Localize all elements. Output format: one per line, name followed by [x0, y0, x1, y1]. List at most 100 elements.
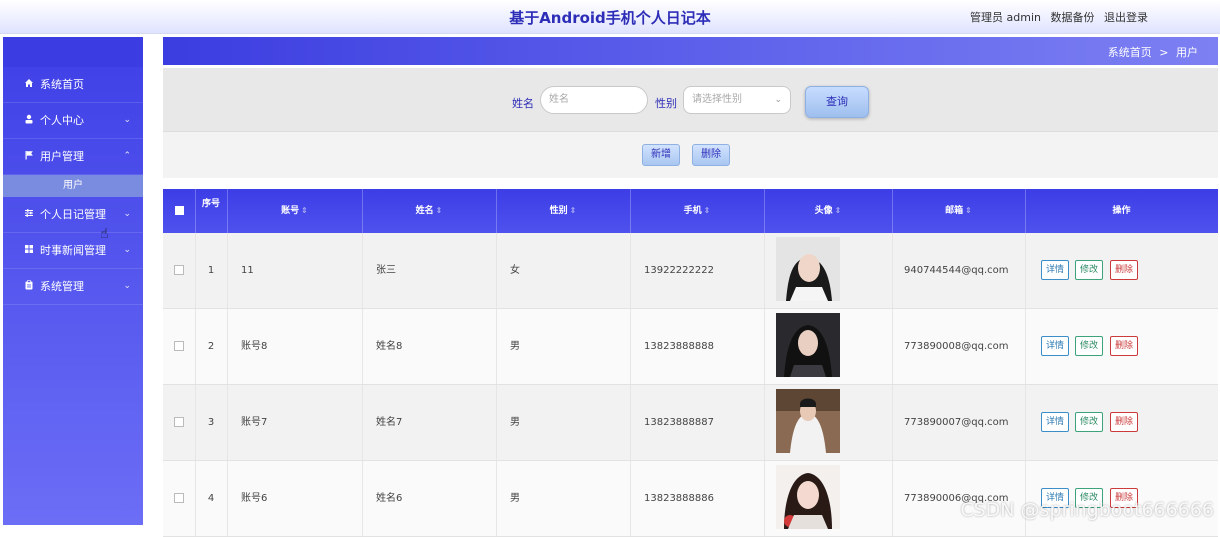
avatar: [776, 389, 840, 453]
row-delete-button[interactable]: 删除: [1110, 260, 1139, 280]
breadcrumb-separator: >: [1159, 46, 1169, 59]
col-name-label: 姓名: [415, 206, 434, 216]
cell-gender: 男: [496, 309, 631, 384]
cell-email: 940744544@qq.com: [892, 233, 1026, 308]
col-index: 序号: [195, 189, 228, 233]
col-actions: 操作: [1112, 206, 1131, 216]
row-checkbox[interactable]: [163, 385, 196, 460]
chevron-up-icon: ⌃: [123, 151, 131, 161]
cell-name: 姓名8: [362, 309, 497, 384]
select-all-checkbox[interactable]: [163, 189, 196, 233]
chevron-down-icon: ⌄: [123, 209, 131, 219]
breadcrumb: 系统首页 > 用户: [163, 37, 1218, 65]
row-delete-button[interactable]: 删除: [1110, 412, 1139, 432]
sidebar-header: [3, 37, 143, 67]
query-button[interactable]: 查询: [805, 86, 869, 118]
sidebar-item-label: 用户管理: [40, 150, 84, 163]
sidebar-item-label: 时事新闻管理: [40, 244, 106, 257]
col-email[interactable]: 邮箱 ⇕: [892, 189, 1026, 233]
action-panel: 新增 删除: [163, 131, 1218, 178]
home-icon: [23, 68, 35, 103]
sidebar-item-label: 系统首页: [40, 78, 84, 91]
flag-icon: [23, 140, 35, 175]
cell-avatar: [764, 385, 893, 460]
cell-phone: 13823888887: [630, 385, 765, 460]
table-row: 2 账号8 姓名8 男 13823888888 773890008@qq.com…: [163, 309, 1218, 385]
cell-actions: 详情 修改 删除: [1025, 309, 1218, 384]
cell-avatar: [764, 233, 893, 308]
cell-email: 773890007@qq.com: [892, 385, 1026, 460]
row-checkbox[interactable]: [163, 309, 196, 384]
col-avatar[interactable]: 头像 ⇕: [764, 189, 893, 233]
cell-email: 773890008@qq.com: [892, 309, 1026, 384]
cell-gender: 女: [496, 233, 631, 308]
chevron-down-icon: ⌄: [123, 245, 131, 255]
detail-button[interactable]: 详情: [1041, 336, 1070, 356]
edit-button[interactable]: 修改: [1075, 260, 1104, 280]
cell-index: 2: [195, 309, 228, 384]
col-email-label: 邮箱: [945, 206, 964, 216]
col-account[interactable]: 账号 ⇕: [227, 189, 363, 233]
table-header: 序号 账号 ⇕ 姓名 ⇕ 性别 ⇕ 手机 ⇕ 头像 ⇕ 邮箱 ⇕ 操作: [163, 189, 1218, 233]
breadcrumb-home[interactable]: 系统首页: [1108, 46, 1152, 59]
col-name[interactable]: 姓名 ⇕: [362, 189, 497, 233]
cell-avatar: [764, 309, 893, 384]
avatar: [776, 237, 840, 301]
sidebar-item-system-management[interactable]: 系统管理 ⌄: [3, 269, 143, 305]
detail-button[interactable]: 详情: [1041, 260, 1070, 280]
chevron-down-icon: ⌄: [123, 115, 131, 125]
cell-phone: 13823888888: [630, 309, 765, 384]
watermark: CSDN @springboot666666: [960, 499, 1214, 521]
sort-icon: ⇕: [301, 206, 308, 215]
hand-cursor-icon: ☝: [100, 226, 109, 242]
sidebar-item-news-management[interactable]: 时事新闻管理 ⌄: [3, 233, 143, 269]
sort-icon: ⇕: [435, 206, 443, 215]
backup-link[interactable]: 数据备份: [1051, 11, 1095, 24]
sidebar-item-home[interactable]: 系统首页: [3, 67, 143, 103]
search-panel: 姓名 姓名 性别 请选择性别 ⌄ 查询: [163, 68, 1218, 131]
cell-name: 姓名7: [362, 385, 497, 460]
col-phone-label: 手机: [683, 206, 702, 216]
gender-select[interactable]: 请选择性别 ⌄: [683, 86, 791, 114]
top-bar: 基于Android手机个人日记本 管理员 admin 数据备份 退出登录: [0, 0, 1220, 34]
row-delete-button[interactable]: 删除: [1110, 336, 1139, 356]
sliders-icon: [23, 198, 35, 233]
row-checkbox[interactable]: [163, 233, 196, 308]
name-label: 姓名: [512, 97, 534, 110]
header-links: 管理员 admin 数据备份 退出登录: [964, 9, 1148, 25]
col-gender[interactable]: 性别 ⇕: [496, 189, 631, 233]
edit-button[interactable]: 修改: [1075, 336, 1104, 356]
sort-icon: ⇕: [834, 206, 842, 215]
add-button[interactable]: 新增: [642, 144, 680, 166]
chevron-down-icon: ⌄: [123, 281, 131, 291]
sort-icon: ⇕: [703, 206, 711, 215]
detail-button[interactable]: 详情: [1041, 412, 1070, 432]
sort-icon: ⇕: [569, 206, 577, 215]
admin-label: 管理员 admin: [970, 11, 1041, 24]
cell-phone: 13922222222: [630, 233, 765, 308]
sidebar: 系统首页 个人中心 ⌄ 用户管理 ⌃ 用户 个人日记管理 ⌄ 时事新闻管理 ⌄ …: [3, 37, 143, 525]
sidebar-item-personal-center[interactable]: 个人中心 ⌄: [3, 103, 143, 139]
gender-select-placeholder: 请选择性别: [692, 94, 742, 105]
col-account-label: 账号: [281, 206, 300, 216]
sidebar-item-diary-management[interactable]: 个人日记管理 ⌄: [3, 197, 143, 233]
table-row: 1 11 张三 女 13922222222 940744544@qq.com 详…: [163, 233, 1218, 309]
breadcrumb-current: 用户: [1176, 46, 1198, 59]
sidebar-item-user-management[interactable]: 用户管理 ⌃: [3, 139, 143, 175]
logout-link[interactable]: 退出登录: [1104, 11, 1148, 24]
delete-button[interactable]: 删除: [692, 144, 730, 166]
col-gender-label: 性别: [549, 206, 568, 216]
col-phone[interactable]: 手机 ⇕: [630, 189, 765, 233]
cell-index: 1: [195, 233, 228, 308]
cell-account: 11: [227, 233, 363, 308]
sidebar-subitem-user[interactable]: 用户: [3, 175, 143, 197]
user-icon: [23, 104, 35, 139]
sort-icon: ⇕: [965, 206, 972, 215]
clipboard-icon: [23, 270, 35, 305]
cell-index: 3: [195, 385, 228, 460]
col-avatar-label: 头像: [814, 206, 833, 216]
name-input[interactable]: 姓名: [540, 86, 648, 114]
cell-account: 账号8: [227, 309, 363, 384]
sidebar-item-label: 个人中心: [40, 114, 84, 127]
edit-button[interactable]: 修改: [1075, 412, 1104, 432]
